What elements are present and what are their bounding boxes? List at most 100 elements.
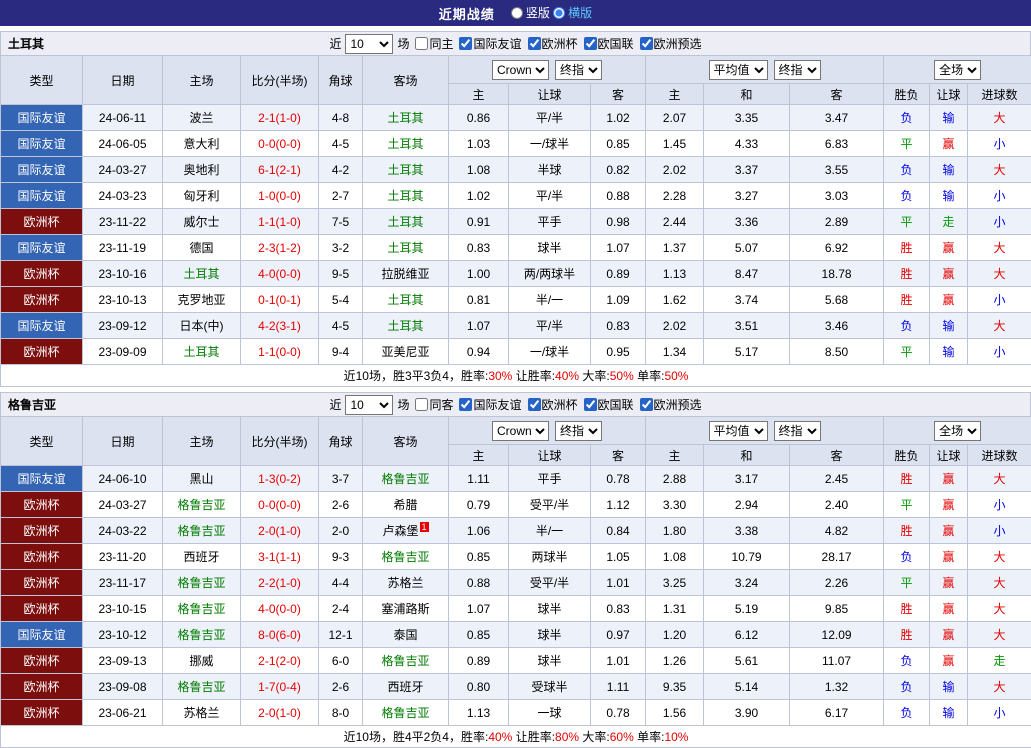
corners-cell: 8-0	[319, 700, 363, 726]
summary-segment: 50%	[610, 369, 634, 383]
away-team-name: 土耳其	[387, 189, 423, 203]
wdl-result-cell: 负	[884, 157, 930, 183]
competition-filter[interactable]: 欧洲杯	[528, 396, 578, 413]
summary-segment: 40%	[488, 730, 512, 744]
match-count-select[interactable]: 10	[345, 34, 393, 54]
table-body: 国际友谊24-06-11波兰2-1(1-0)4-8土耳其0.86平/半1.022…	[1, 105, 1031, 365]
bookmaker-select[interactable]: Crown	[492, 60, 549, 80]
competition-filter[interactable]: 欧国联	[584, 396, 634, 413]
goals-result-cell: 大	[968, 235, 1031, 261]
asia-odds-header: Crown 终指	[449, 417, 646, 445]
layout-option-vertical[interactable]: 竖版	[511, 4, 550, 21]
handicap-cell: 半/一	[509, 287, 591, 313]
date-cell: 23-10-16	[83, 261, 163, 287]
home-team-cell: 威尔士	[163, 209, 241, 235]
away-team-cell: 土耳其	[363, 313, 449, 339]
handicap-result-cell: 赢	[930, 596, 968, 622]
goals-result-cell: 大	[968, 105, 1031, 131]
venue-checkbox[interactable]	[415, 37, 428, 50]
table-row: 国际友谊23-09-12日本(中)4-2(3-1)4-5土耳其1.07平/半0.…	[1, 313, 1031, 339]
competition-filter[interactable]: 国际友谊	[459, 35, 521, 52]
euro-away-odds-cell: 9.85	[790, 596, 884, 622]
euro-draw-odds-cell: 2.94	[704, 492, 790, 518]
summary-segment: 单率:	[634, 369, 665, 383]
asia-away-odds-cell: 0.78	[591, 466, 646, 492]
home-team-cell: 苏格兰	[163, 700, 241, 726]
europe-odds-header: 平均值终指	[646, 56, 884, 84]
score-cell: 2-2(1-0)	[241, 570, 319, 596]
sections-container: 土耳其近10场同主国际友谊欧洲杯欧国联欧洲预选类型日期主场比分(半场)角球客场C…	[0, 31, 1031, 748]
away-team-cell: 塞浦路斯	[363, 596, 449, 622]
competition-cell: 国际友谊	[1, 313, 83, 339]
handicap-cell: 受球半	[509, 674, 591, 700]
handicap-cell: 球半	[509, 596, 591, 622]
competition-checkbox[interactable]	[640, 37, 653, 50]
page-title: 近期战绩	[439, 4, 495, 23]
euro-away-odds-cell: 5.68	[790, 287, 884, 313]
competition-checkbox[interactable]	[459, 37, 472, 50]
goals-result-cell: 大	[968, 622, 1031, 648]
average-select[interactable]: 平均值	[709, 60, 768, 80]
score-cell: 4-0(0-0)	[241, 261, 319, 287]
competition-checkbox[interactable]	[640, 398, 653, 411]
venue-checkbox[interactable]	[415, 398, 428, 411]
competition-cell: 欧洲杯	[1, 596, 83, 622]
competition-filter[interactable]: 欧国联	[584, 35, 634, 52]
asia-away-odds-cell: 0.82	[591, 157, 646, 183]
venue-filter[interactable]: 同客	[415, 396, 453, 413]
venue-filter[interactable]: 同主	[415, 35, 453, 52]
handicap-result-cell: 赢	[930, 518, 968, 544]
asia-away-odds-cell: 1.12	[591, 492, 646, 518]
home-team-cell: 奥地利	[163, 157, 241, 183]
scope-select[interactable]: 全场	[934, 421, 981, 441]
table-row: 欧洲杯23-09-13挪威2-1(2-0)6-0格鲁吉亚0.89球半1.011.…	[1, 648, 1031, 674]
score-cell: 0-1(0-1)	[241, 287, 319, 313]
away-team-name: 格鲁吉亚	[381, 706, 429, 720]
competition-checkbox[interactable]	[459, 398, 472, 411]
match-count-select[interactable]: 10	[345, 395, 393, 415]
goals-result-cell: 大	[968, 570, 1031, 596]
table-row: 国际友谊24-06-11波兰2-1(1-0)4-8土耳其0.86平/半1.022…	[1, 105, 1031, 131]
table-row: 欧洲杯23-11-17格鲁吉亚2-2(1-0)4-4苏格兰0.88受平/半1.0…	[1, 570, 1031, 596]
euro-away-odds-cell: 2.40	[790, 492, 884, 518]
europe-stage-select[interactable]: 终指	[774, 60, 821, 80]
competition-checkbox[interactable]	[584, 398, 597, 411]
average-select[interactable]: 平均值	[709, 421, 768, 441]
asia-away-odds-cell: 1.05	[591, 544, 646, 570]
handicap-result-cell: 赢	[930, 466, 968, 492]
competition-filter[interactable]: 国际友谊	[459, 396, 521, 413]
goals-result-cell: 走	[968, 648, 1031, 674]
layout-option-horizontal[interactable]: 横版	[553, 4, 592, 21]
horizontal-layout-radio[interactable]	[553, 7, 565, 19]
wdl-result-cell: 负	[884, 700, 930, 726]
competition-checkbox[interactable]	[528, 37, 541, 50]
sub-col-header: 让球	[930, 84, 968, 105]
goals-result-cell: 大	[968, 596, 1031, 622]
summary-segment: 让胜率:	[512, 369, 555, 383]
score-cell: 4-2(3-1)	[241, 313, 319, 339]
competition-filter[interactable]: 欧洲杯	[528, 35, 578, 52]
asia-away-odds-cell: 1.11	[591, 674, 646, 700]
competition-filter[interactable]: 欧洲预选	[640, 35, 702, 52]
sub-col-header: 主	[449, 445, 509, 466]
euro-home-odds-cell: 1.31	[646, 596, 704, 622]
vertical-layout-radio[interactable]	[511, 7, 523, 19]
away-team-cell: 土耳其	[363, 235, 449, 261]
europe-stage-select[interactable]: 终指	[774, 421, 821, 441]
euro-home-odds-cell: 2.28	[646, 183, 704, 209]
handicap-result-cell: 输	[930, 339, 968, 365]
competition-checkbox[interactable]	[584, 37, 597, 50]
competition-filter[interactable]: 欧洲预选	[640, 396, 702, 413]
sub-col-header: 主	[646, 84, 704, 105]
competition-checkbox[interactable]	[528, 398, 541, 411]
home-team-cell: 波兰	[163, 105, 241, 131]
euro-draw-odds-cell: 5.61	[704, 648, 790, 674]
team-name: 格鲁吉亚	[8, 396, 56, 413]
bookmaker-select[interactable]: Crown	[492, 421, 549, 441]
scope-select[interactable]: 全场	[934, 60, 981, 80]
asia-stage-select[interactable]: 终指	[555, 421, 602, 441]
corners-cell: 2-7	[319, 183, 363, 209]
corners-cell: 4-5	[319, 131, 363, 157]
asia-stage-select[interactable]: 终指	[555, 60, 602, 80]
euro-away-odds-cell: 11.07	[790, 648, 884, 674]
